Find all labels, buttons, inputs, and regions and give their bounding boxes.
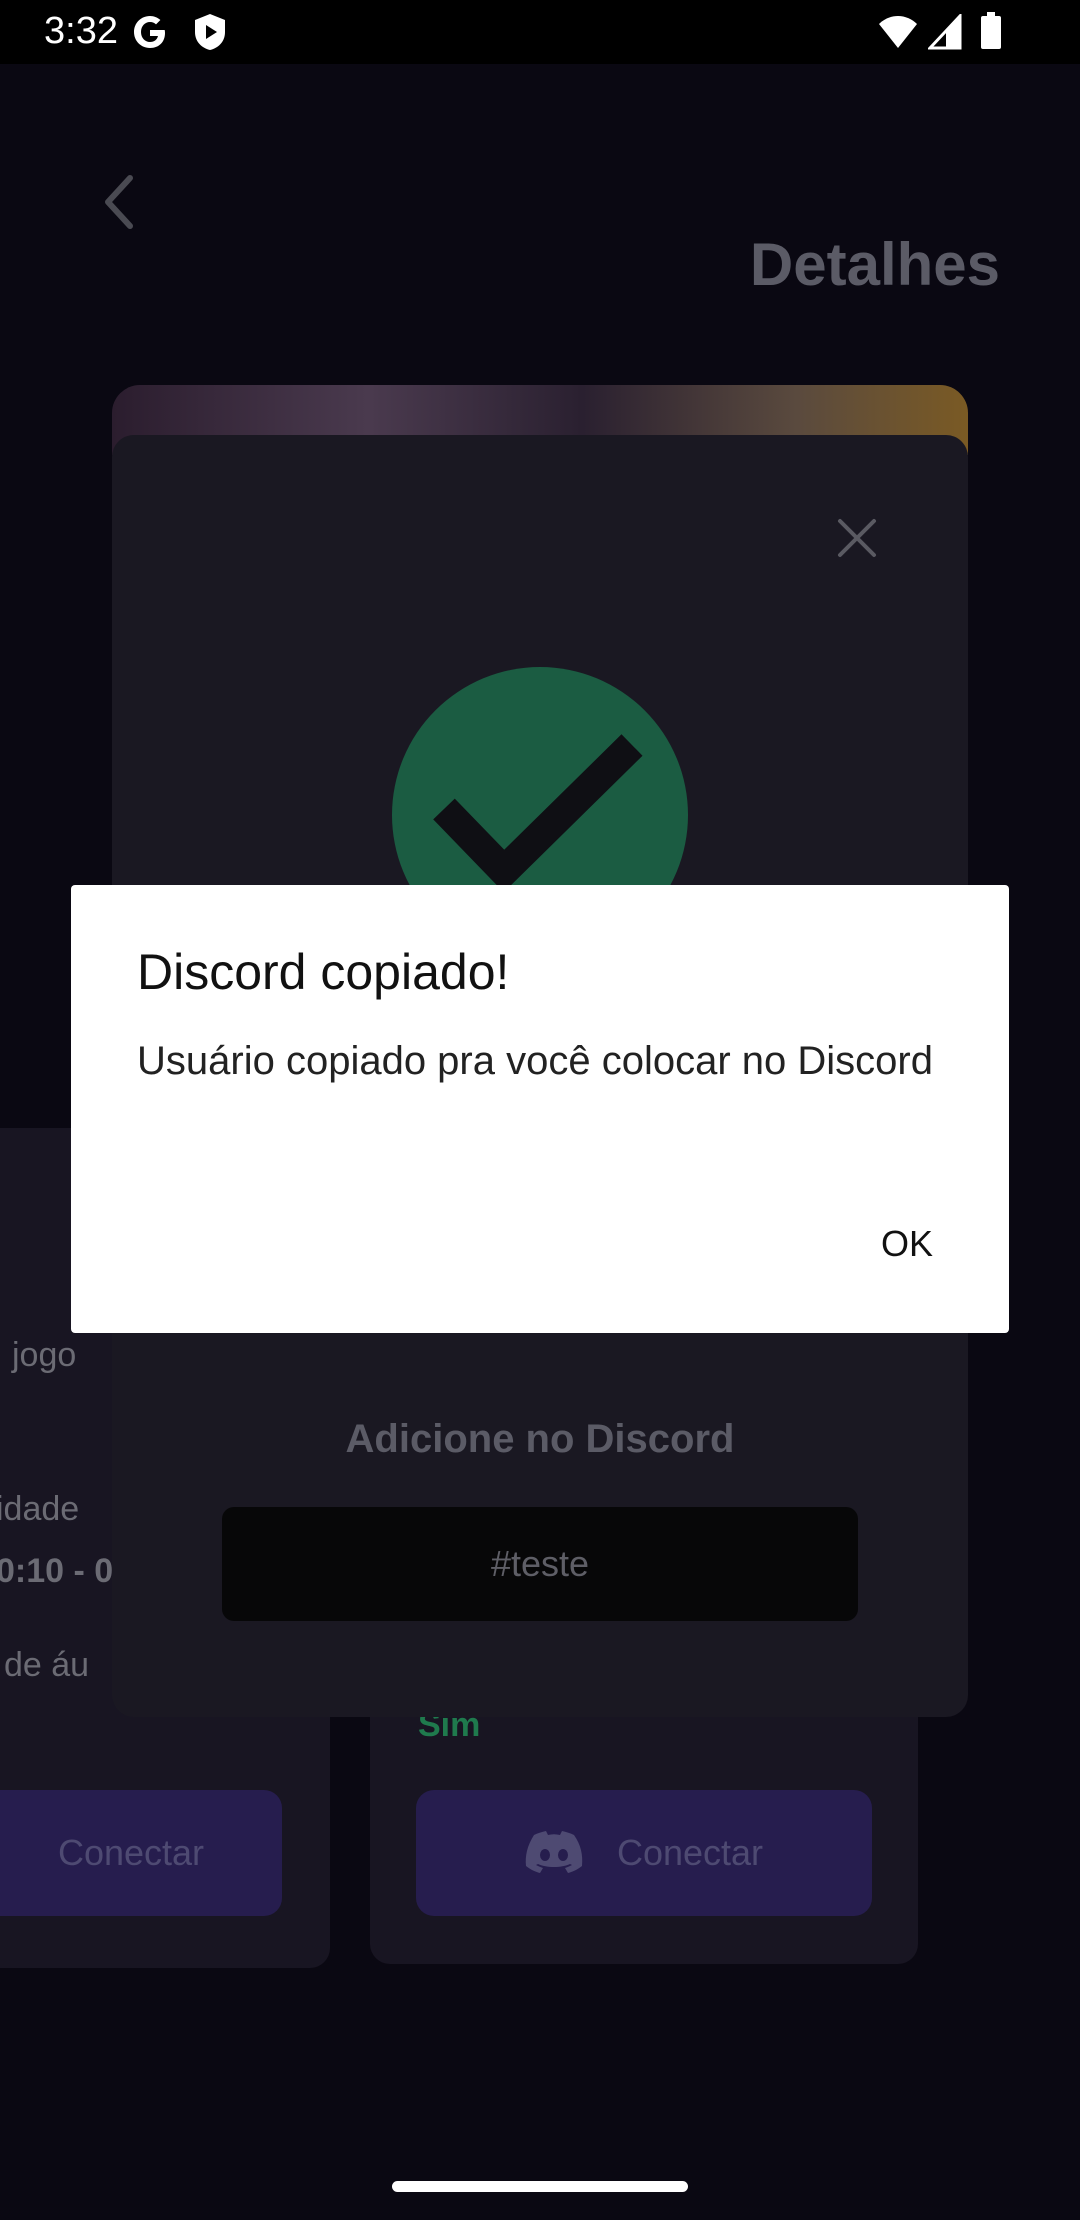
- status-time: 3:32: [44, 10, 118, 52]
- wifi-icon: [879, 16, 917, 48]
- card-line-age: idade: [0, 1490, 80, 1528]
- ok-button[interactable]: OK: [875, 1213, 939, 1275]
- battery-icon: [981, 12, 1001, 49]
- page-title: Detalhes: [749, 231, 1000, 298]
- status-bar: 3:32: [0, 0, 1080, 64]
- discord-icon: [525, 1831, 583, 1873]
- signal-icon: [928, 14, 962, 50]
- discord-heading: Adicione no Discord: [345, 1417, 735, 1461]
- alert-dialog: Discord copiado! Usuário copiado pra voc…: [71, 885, 1009, 1333]
- connect-button-label: Conectar: [616, 1832, 764, 1873]
- card-line-game: jogo: [12, 1336, 77, 1374]
- alert-message: Usuário copiado pra você colocar no Disc…: [137, 1039, 933, 1083]
- connect-button-left[interactable]: Conectar: [0, 1790, 282, 1916]
- discord-username: #teste: [490, 1543, 590, 1584]
- connect-button-label: Conectar: [57, 1832, 205, 1873]
- card-line-time: 0:10 - 0: [0, 1552, 114, 1590]
- google-icon: [134, 16, 165, 48]
- connect-discord-button[interactable]: Conectar: [416, 1790, 872, 1916]
- close-icon[interactable]: [832, 513, 882, 563]
- gesture-nav-handle[interactable]: [392, 2181, 688, 2192]
- back-button[interactable]: [96, 172, 140, 232]
- card-line-audio: de áu: [4, 1646, 90, 1684]
- alert-title: Discord copiado!: [137, 944, 510, 1000]
- shield-play-icon: [195, 14, 225, 50]
- discord-username-field[interactable]: #teste: [222, 1507, 858, 1621]
